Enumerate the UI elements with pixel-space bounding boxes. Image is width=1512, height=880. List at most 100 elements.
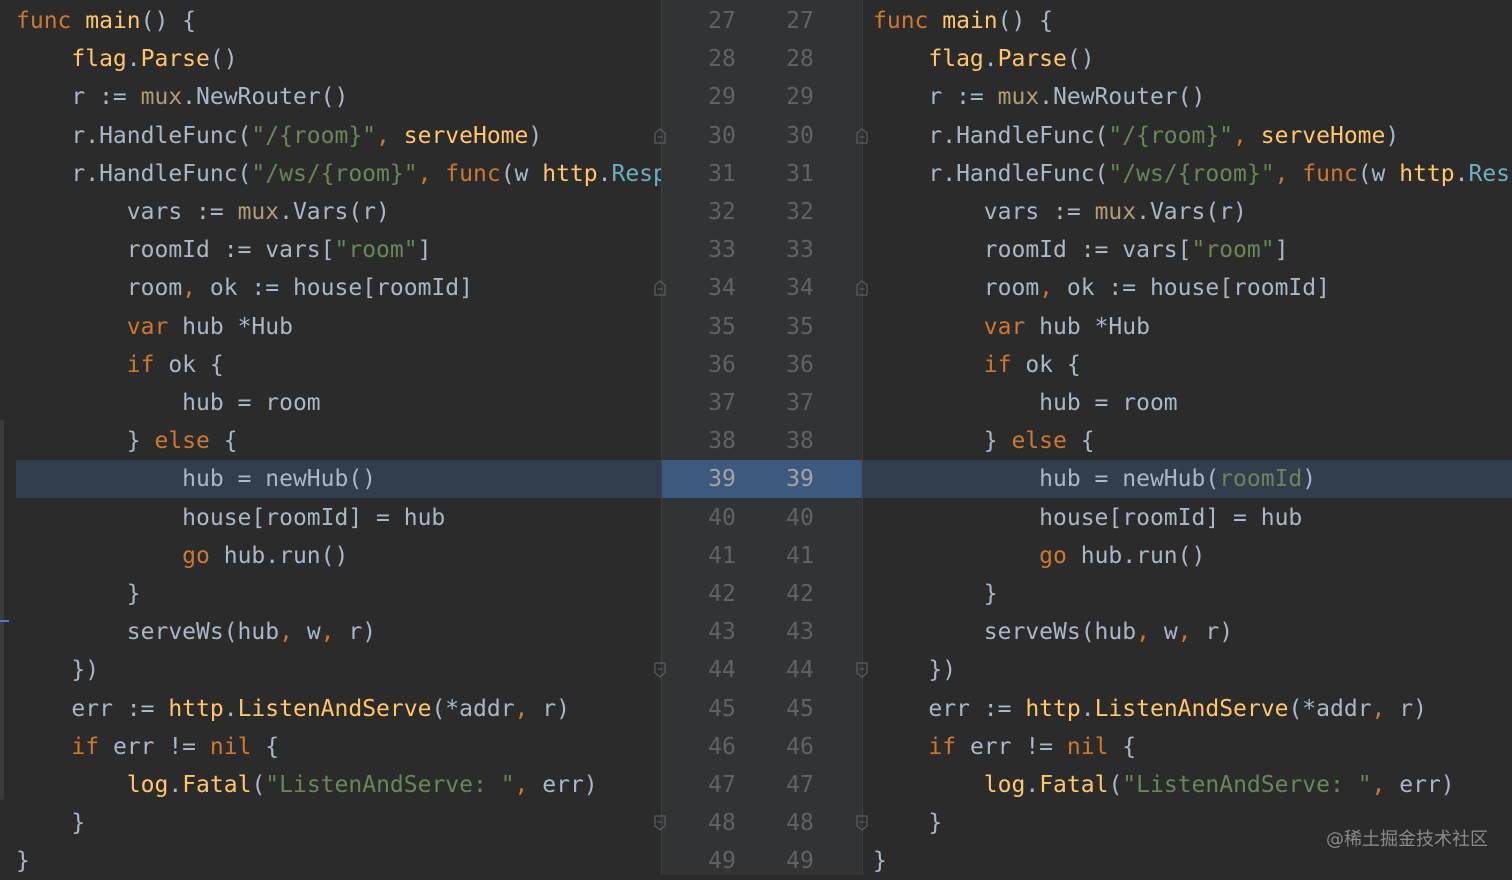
right-code-pane[interactable]: func main() { flag.Parse() r := mux.NewR… bbox=[863, 0, 1512, 875]
left-line-number: 46 bbox=[708, 733, 736, 760]
left-line-number: 30 bbox=[708, 122, 736, 149]
left-code-line[interactable]: house[roomId] = hub bbox=[0, 499, 661, 537]
left-code-line[interactable]: } bbox=[0, 575, 661, 613]
right-line-number: 31 bbox=[786, 160, 814, 187]
right-code-line[interactable]: var hub *Hub bbox=[863, 308, 1512, 346]
fold-marker-icon[interactable] bbox=[654, 127, 666, 144]
left-code-line[interactable]: }) bbox=[0, 651, 661, 689]
fold-marker-icon[interactable] bbox=[856, 662, 868, 679]
right-code-line[interactable]: err := http.ListenAndServe(*addr, r) bbox=[863, 690, 1512, 728]
left-line-number: 32 bbox=[708, 199, 736, 225]
right-code-line[interactable]: hub = newHub(roomId) bbox=[863, 460, 1512, 499]
right-code-line[interactable]: house[roomId] = hub bbox=[863, 499, 1512, 537]
right-code-line[interactable]: serveWs(hub, w, r) bbox=[863, 613, 1512, 651]
fold-marker-icon[interactable] bbox=[654, 815, 666, 831]
left-code-line[interactable]: } bbox=[0, 804, 661, 842]
left-line-number: 38 bbox=[708, 428, 736, 455]
right-line-number: 49 bbox=[786, 848, 814, 875]
left-code-line[interactable]: r := mux.NewRouter() bbox=[0, 78, 661, 116]
left-line-number: 27 bbox=[708, 8, 736, 34]
right-line-number: 37 bbox=[786, 390, 814, 416]
right-code-line[interactable]: r.HandleFunc("/ws/{room}", func(w http.R… bbox=[863, 155, 1512, 193]
right-code-line[interactable]: roomId := vars["room"] bbox=[863, 231, 1512, 269]
left-line-number: 31 bbox=[708, 160, 736, 187]
right-line-number: 38 bbox=[786, 428, 814, 455]
gutter-row: 46 46 bbox=[662, 728, 862, 766]
left-code-line[interactable]: var hub *Hub bbox=[0, 308, 661, 346]
right-code-line[interactable]: if ok { bbox=[863, 346, 1512, 384]
right-code-line[interactable]: flag.Parse() bbox=[863, 40, 1512, 78]
left-code-line[interactable]: if err != nil { bbox=[0, 728, 661, 766]
left-line-number: 42 bbox=[708, 581, 736, 607]
right-line-number: 44 bbox=[786, 657, 814, 684]
gutter-row: 43 43 bbox=[662, 613, 862, 651]
right-line-number: 34 bbox=[786, 275, 814, 302]
diff-viewer: func main() { flag.Parse() r := mux.NewR… bbox=[0, 0, 1512, 875]
gutter-row: 27 27 bbox=[662, 2, 862, 40]
gutter-row: 37 37 bbox=[662, 384, 862, 422]
fold-marker-icon[interactable] bbox=[654, 662, 666, 679]
left-code-line[interactable]: if ok { bbox=[0, 346, 661, 384]
left-code-line[interactable]: go hub.run() bbox=[0, 537, 661, 575]
left-code-line[interactable]: r.HandleFunc("/ws/{room}", func(w http.R… bbox=[0, 155, 661, 193]
right-code-line[interactable]: hub = room bbox=[863, 384, 1512, 422]
left-line-number: 45 bbox=[708, 695, 736, 722]
right-code-line[interactable]: r.HandleFunc("/{room}", serveHome) bbox=[863, 117, 1512, 155]
left-code-line[interactable]: r.HandleFunc("/{room}", serveHome) bbox=[0, 117, 661, 155]
left-line-number: 34 bbox=[708, 275, 736, 302]
right-line-number: 35 bbox=[786, 313, 814, 340]
gutter-row: 28 28 bbox=[662, 40, 862, 78]
left-code-line[interactable]: hub = newHub() bbox=[16, 460, 661, 499]
left-code-line[interactable]: flag.Parse() bbox=[0, 40, 661, 78]
right-code-line[interactable]: go hub.run() bbox=[863, 537, 1512, 575]
change-marker bbox=[0, 620, 9, 622]
left-line-number: 48 bbox=[708, 810, 736, 837]
left-code-line[interactable]: } bbox=[0, 842, 661, 875]
left-line-number: 35 bbox=[708, 313, 736, 340]
fold-marker-icon[interactable] bbox=[654, 280, 666, 296]
right-line-number: 41 bbox=[786, 542, 814, 569]
left-code-line[interactable]: err := http.ListenAndServe(*addr, r) bbox=[0, 690, 661, 728]
right-line-number: 45 bbox=[786, 695, 814, 722]
left-code-line[interactable]: hub = room bbox=[0, 384, 661, 422]
right-code-line[interactable]: log.Fatal("ListenAndServe: ", err) bbox=[863, 766, 1512, 804]
fold-marker-icon[interactable] bbox=[856, 815, 868, 831]
left-code-line[interactable]: roomId := vars["room"] bbox=[0, 231, 661, 269]
scrollbar-track[interactable] bbox=[0, 420, 4, 800]
fold-marker-icon[interactable] bbox=[856, 127, 868, 144]
left-line-number: 43 bbox=[708, 619, 736, 646]
right-line-number: 42 bbox=[786, 581, 814, 607]
right-line-number: 46 bbox=[786, 733, 814, 760]
gutter-row: 39 39 bbox=[662, 460, 862, 499]
right-line-number: 47 bbox=[786, 772, 814, 798]
gutter-row: 49 49 bbox=[662, 842, 862, 880]
left-code-line[interactable]: vars := mux.Vars(r) bbox=[0, 193, 661, 231]
right-code-line[interactable]: if err != nil { bbox=[863, 728, 1512, 766]
right-code-line[interactable]: func main() { bbox=[863, 2, 1512, 40]
right-line-number: 48 bbox=[786, 810, 814, 837]
right-code-line[interactable]: r := mux.NewRouter() bbox=[863, 78, 1512, 116]
right-code-line[interactable]: vars := mux.Vars(r) bbox=[863, 193, 1512, 231]
left-code-line[interactable]: func main() { bbox=[0, 2, 661, 40]
fold-marker-icon[interactable] bbox=[856, 280, 868, 296]
left-code-pane[interactable]: func main() { flag.Parse() r := mux.NewR… bbox=[0, 0, 661, 875]
right-code-line[interactable]: room, ok := house[roomId] bbox=[863, 269, 1512, 307]
right-code-line[interactable]: } bbox=[863, 575, 1512, 613]
gutter-row: 41 41 bbox=[662, 537, 862, 575]
gutter-row: 36 36 bbox=[662, 346, 862, 384]
right-code-line[interactable]: }) bbox=[863, 651, 1512, 689]
right-line-number: 28 bbox=[786, 46, 814, 73]
line-number-gutter: 27 27 28 28 29 29 30 30 31 31 32 32 33 33 34 34 35 35 36 36… bbox=[661, 0, 863, 875]
left-line-number: 41 bbox=[708, 542, 736, 569]
right-code-line[interactable]: } else { bbox=[863, 422, 1512, 460]
right-line-number: 27 bbox=[786, 8, 814, 34]
gutter-row: 40 40 bbox=[662, 499, 862, 537]
right-line-number: 43 bbox=[786, 619, 814, 646]
left-code-line[interactable]: log.Fatal("ListenAndServe: ", err) bbox=[0, 766, 661, 804]
gutter-row: 38 38 bbox=[662, 422, 862, 460]
left-line-number: 47 bbox=[708, 772, 736, 798]
left-line-number: 37 bbox=[708, 390, 736, 416]
left-code-line[interactable]: } else { bbox=[0, 422, 661, 460]
left-code-line[interactable]: serveWs(hub, w, r) bbox=[0, 613, 661, 651]
left-code-line[interactable]: room, ok := house[roomId] bbox=[0, 269, 661, 307]
